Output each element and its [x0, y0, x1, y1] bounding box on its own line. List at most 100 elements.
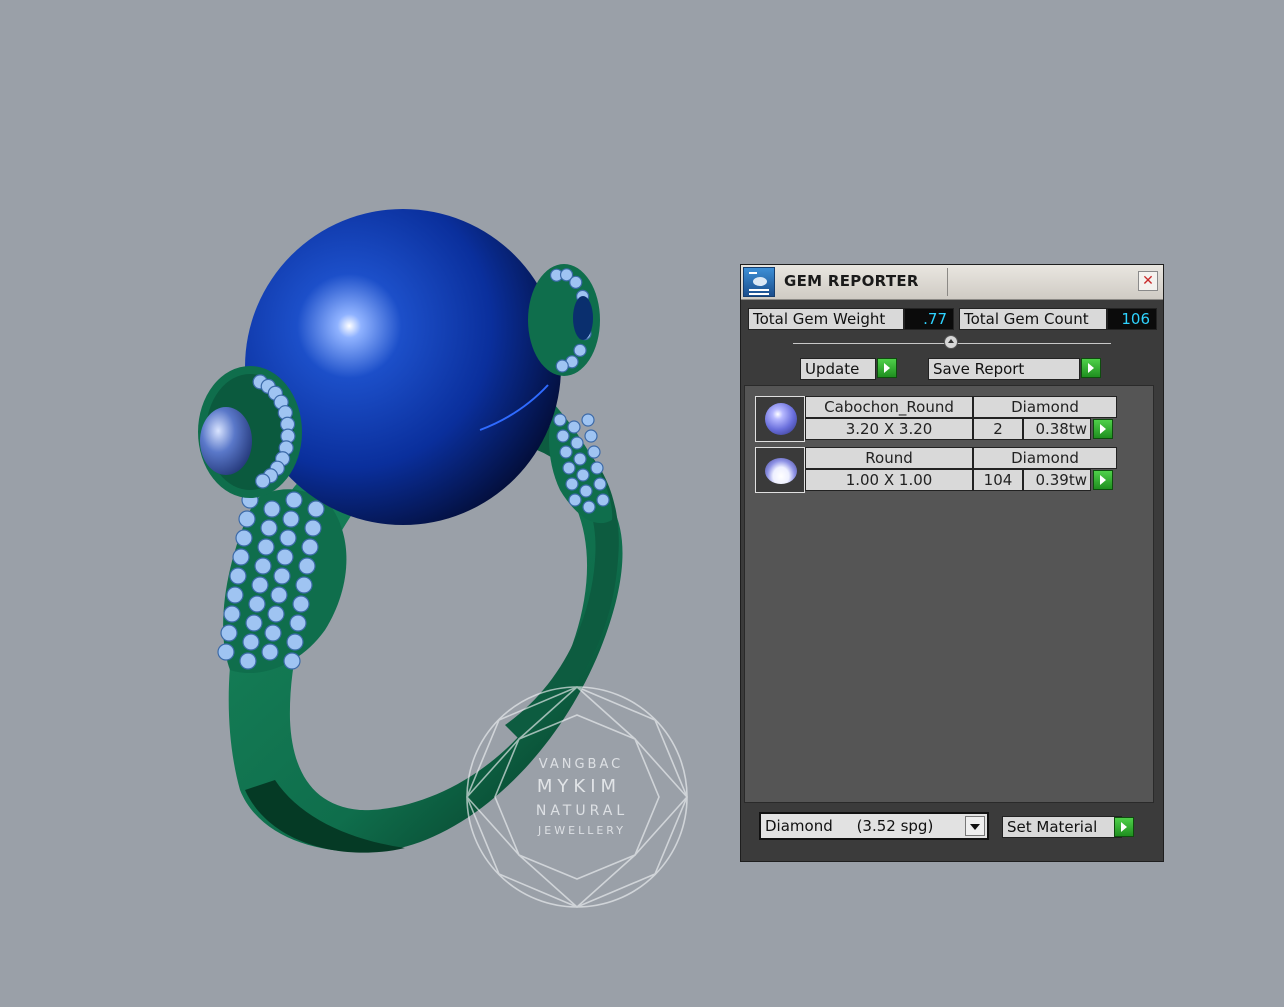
- gem-count: 2: [973, 418, 1023, 440]
- pave-diamond: [263, 500, 281, 518]
- pave-diamond: [264, 624, 282, 642]
- pave-diamond: [573, 452, 587, 466]
- gem-shape: Cabochon_Round: [805, 396, 973, 418]
- pave-diamond: [582, 500, 596, 514]
- pave-diamond: [260, 519, 278, 537]
- pave-diamond: [587, 445, 601, 459]
- pave-diamond: [584, 429, 598, 443]
- pave-diamond: [562, 461, 576, 475]
- watermark-line1: VANGBAC: [539, 757, 623, 772]
- gem-row-go-arrow-icon[interactable]: [1093, 419, 1113, 439]
- gem-weight: 0.39tw: [1023, 469, 1091, 491]
- pave-diamond: [581, 413, 595, 427]
- gem-size: 3.20 X 3.20: [805, 418, 973, 440]
- chevron-down-icon[interactable]: [965, 816, 985, 836]
- gem-row-go-arrow-icon[interactable]: [1093, 470, 1113, 490]
- pave-diamond: [270, 586, 288, 604]
- pave-diamond: [251, 576, 269, 594]
- left-bezel-setting[interactable]: [198, 366, 302, 498]
- gem-row[interactable]: Cabochon_Round Diamond 3.20 X 3.20 2 0.3…: [755, 396, 1117, 442]
- set-material-go-arrow-icon[interactable]: [1114, 817, 1134, 837]
- pave-diamond: [570, 436, 584, 450]
- panel-title: GEM REPORTER: [784, 272, 919, 290]
- pave-diamond: [279, 529, 297, 547]
- pave-diamond: [276, 548, 294, 566]
- pearl-sphere[interactable]: [245, 209, 561, 525]
- total-weight-label: Total Gem Weight: [748, 308, 904, 330]
- pave-diamond: [304, 519, 322, 537]
- right-bezel-setting[interactable]: [528, 264, 600, 376]
- save-report-go-arrow-icon[interactable]: [1081, 358, 1101, 378]
- round-gem-thumbnail-icon: [755, 447, 805, 493]
- pave-diamond: [217, 643, 235, 661]
- titlebar-divider: [947, 268, 948, 296]
- watermark-line4: JEWELLERY: [537, 824, 626, 837]
- pave-diamond: [238, 510, 256, 528]
- pave-diamond: [559, 445, 573, 459]
- gem-count: 104: [973, 469, 1023, 491]
- pave-diamond: [226, 586, 244, 604]
- gem-row[interactable]: Round Diamond 1.00 X 1.00 104 0.39tw: [755, 447, 1117, 493]
- gem-reporter-icon: [743, 267, 775, 297]
- right-cabochon-gem[interactable]: [573, 296, 593, 340]
- panel-titlebar[interactable]: GEM REPORTER ✕: [741, 265, 1163, 300]
- pave-diamond: [282, 510, 300, 528]
- pave-diamond: [596, 493, 610, 507]
- right-pave-shoulder[interactable]: [548, 405, 613, 524]
- gem-list[interactable]: Cabochon_Round Diamond 3.20 X 3.20 2 0.3…: [744, 385, 1154, 803]
- pave-diamond: [590, 461, 604, 475]
- pave-diamond: [245, 614, 263, 632]
- gem-material: Diamond: [973, 447, 1117, 469]
- pave-diamond: [261, 643, 279, 661]
- save-report-button[interactable]: Save Report: [928, 358, 1080, 380]
- pave-diamond: [255, 473, 271, 489]
- pave-diamond: [286, 633, 304, 651]
- pave-diamond: [556, 429, 570, 443]
- pave-diamond: [267, 605, 285, 623]
- gem-material: Diamond: [973, 396, 1117, 418]
- close-button[interactable]: ✕: [1138, 271, 1158, 291]
- collapse-knob[interactable]: [944, 335, 958, 349]
- pave-diamond: [229, 567, 247, 585]
- material-select[interactable]: Diamond (3.52 spg): [759, 812, 989, 840]
- pave-diamond: [579, 484, 593, 498]
- pave-diamond: [553, 413, 567, 427]
- left-cabochon-gem[interactable]: [200, 407, 252, 475]
- pave-diamond: [292, 595, 310, 613]
- total-count-label: Total Gem Count: [959, 308, 1107, 330]
- pave-diamond: [235, 529, 253, 547]
- pave-diamond: [242, 633, 260, 651]
- total-count-value: 106: [1107, 308, 1157, 330]
- watermark-line3: NATURAL: [536, 803, 628, 819]
- pave-diamond: [593, 477, 607, 491]
- pave-diamond: [220, 624, 238, 642]
- pave-diamond: [273, 567, 291, 585]
- pave-diamond: [576, 468, 590, 482]
- set-material-button[interactable]: Set Material: [1002, 816, 1122, 838]
- pave-diamond: [283, 652, 301, 670]
- material-select-value: Diamond (3.52 spg): [765, 817, 934, 835]
- watermark-logo: [466, 686, 688, 908]
- pave-diamond: [289, 614, 307, 632]
- pave-diamond: [301, 538, 319, 556]
- pave-diamond: [573, 343, 587, 357]
- pave-diamond: [565, 477, 579, 491]
- pave-diamond: [285, 491, 303, 509]
- pave-diamond: [232, 548, 250, 566]
- gem-weight: 0.38tw: [1023, 418, 1091, 440]
- cabochon-gem-thumbnail-icon: [755, 396, 805, 442]
- pave-diamond: [569, 275, 583, 289]
- total-count-stat: Total Gem Count 106: [959, 308, 1157, 330]
- pave-diamond: [239, 652, 257, 670]
- left-pave-shoulder[interactable]: [217, 489, 347, 674]
- pave-diamond: [307, 500, 325, 518]
- pave-diamond: [298, 557, 316, 575]
- pave-diamond: [555, 359, 569, 373]
- update-button[interactable]: Update: [800, 358, 876, 380]
- gem-size: 1.00 X 1.00: [805, 469, 973, 491]
- update-go-arrow-icon[interactable]: [877, 358, 897, 378]
- pave-diamond: [254, 557, 272, 575]
- pave-diamond: [568, 493, 582, 507]
- watermark-line2: MYKIM: [537, 776, 621, 797]
- gem-shape: Round: [805, 447, 973, 469]
